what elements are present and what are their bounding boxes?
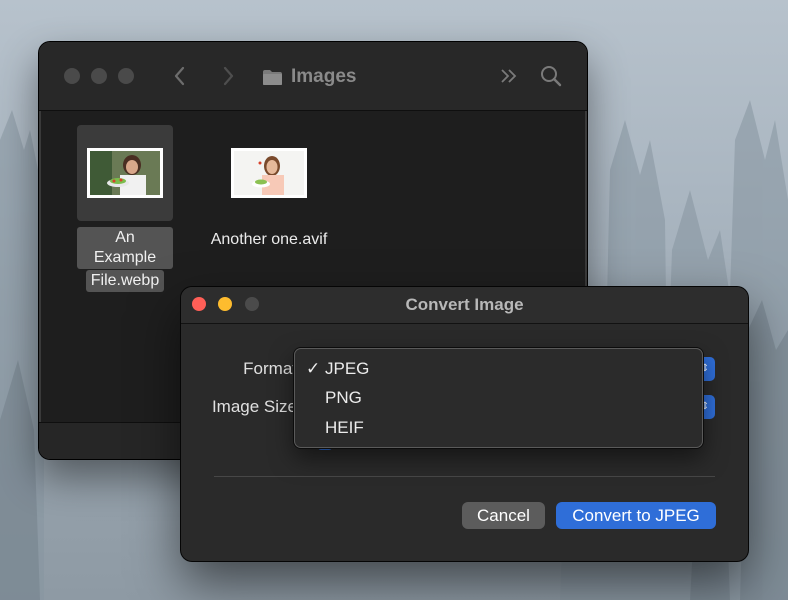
file-thumbnail: [221, 125, 317, 221]
menu-item-label: HEIF: [325, 418, 364, 437]
menu-item-label: JPEG: [325, 359, 370, 378]
back-button[interactable]: [170, 64, 190, 88]
image-size-label: Image Size: [211, 397, 297, 416]
search-icon: [541, 66, 562, 87]
forward-button[interactable]: [218, 64, 238, 88]
dialog-divider: [214, 476, 715, 477]
file-name-line1: An Example: [77, 227, 173, 269]
folder-title-label: Images: [291, 66, 357, 87]
file-item-example-webp[interactable]: An Example File.webp: [77, 125, 173, 292]
finder-minimize-button[interactable]: [91, 68, 107, 84]
format-label: Format: [243, 359, 297, 378]
finder-zoom-button[interactable]: [118, 68, 134, 84]
menu-item-png[interactable]: PNG: [294, 383, 703, 413]
image-thumbnail: [231, 148, 307, 198]
file-name: An Example File.webp: [77, 227, 173, 292]
chevron-right-icon: [223, 66, 234, 86]
chevron-left-icon: [174, 66, 185, 86]
menu-item-label: PNG: [325, 388, 362, 407]
menu-item-heif[interactable]: HEIF: [294, 413, 703, 443]
finder-close-button[interactable]: [64, 68, 80, 84]
double-chevron-right-icon: [501, 69, 517, 83]
convert-button[interactable]: Convert to JPEG: [556, 502, 716, 529]
file-item-another-avif[interactable]: Another one.avif: [189, 125, 349, 251]
file-name: Another one.avif: [210, 231, 328, 248]
menu-item-jpeg[interactable]: ✓ JPEG: [294, 354, 703, 384]
window-title: Images: [262, 65, 356, 89]
dialog-title: Convert Image: [405, 295, 524, 314]
image-thumbnail: [87, 148, 163, 198]
search-button[interactable]: [539, 64, 563, 93]
file-name-line2: File.webp: [85, 270, 165, 292]
more-toolbar-button[interactable]: [498, 66, 520, 91]
dialog-titlebar: Convert Image: [181, 287, 748, 324]
cancel-button[interactable]: Cancel: [462, 502, 545, 529]
finder-toolbar: Images: [39, 42, 587, 111]
checkmark-icon: ✓: [306, 359, 321, 378]
folder-icon: [263, 69, 282, 85]
file-thumbnail-selected: [77, 125, 173, 221]
format-dropdown-menu: ✓ JPEG PNG HEIF: [294, 348, 703, 448]
